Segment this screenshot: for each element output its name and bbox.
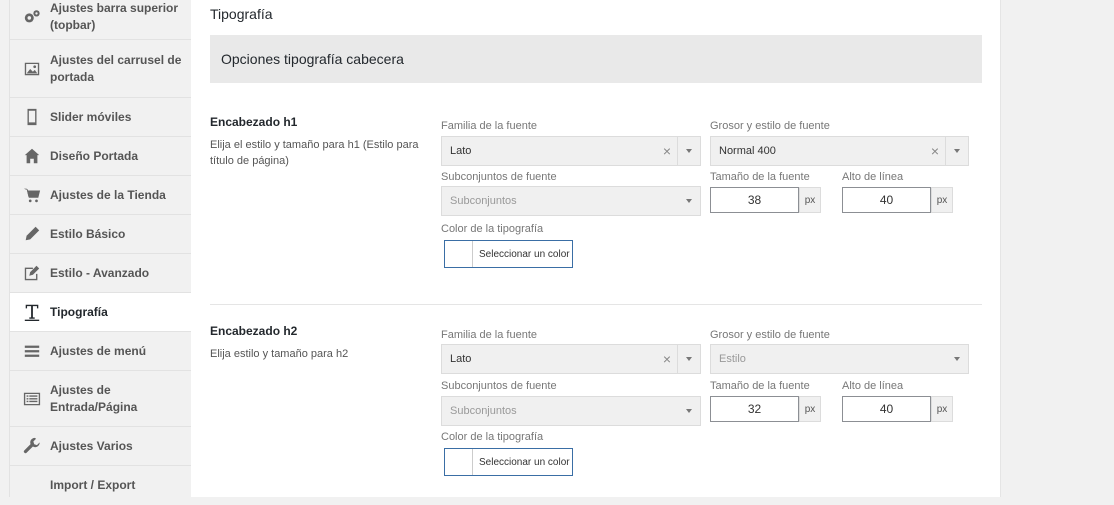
home-icon <box>22 146 42 166</box>
h2-line-height-label: Alto de línea <box>842 380 904 392</box>
clear-icon[interactable]: × <box>925 143 945 159</box>
h1-font-size-label: Tamaño de la fuente <box>710 171 810 183</box>
h1-font-weight-label: Grosor y estilo de fuente <box>710 120 830 132</box>
list-icon <box>22 389 42 409</box>
sidebar-item-label: Tipografía <box>50 304 108 319</box>
sidebar-item-carousel[interactable]: Ajustes del carrusel de portada <box>10 40 192 98</box>
h1-font-family-value: Lato <box>450 145 472 157</box>
sidebar-item-shop[interactable]: Ajustes de la Tienda <box>10 176 192 215</box>
h2-font-family-select[interactable]: Lato × <box>441 344 701 374</box>
sidebar-item-typography[interactable]: Tipografía <box>10 293 192 332</box>
edit-icon <box>22 263 42 283</box>
h1-line-height-unit: px <box>931 187 953 213</box>
h2-line-height-input[interactable]: 40 <box>842 396 931 422</box>
import-export-icon <box>22 476 42 496</box>
sidebar-item-label: Slider móviles <box>50 109 132 124</box>
sidebar-item-label: Ajustes Varios <box>50 438 133 453</box>
sidebar-item-label: Ajustes del carrusel de portada <box>50 52 182 84</box>
sidebar-item-label: Estilo Básico <box>50 226 126 241</box>
h1-color-label: Color de la tipografía <box>441 223 544 235</box>
sidebar-item-misc[interactable]: Ajustes Varios <box>10 427 192 466</box>
sidebar-item-label: Ajustes barra superior (topbar) <box>50 0 179 32</box>
h2-color-picker-label: Seleccionar un color <box>479 456 570 468</box>
sidebar-item-label: Ajustes de Entrada/Página <box>50 382 138 414</box>
h1-line-height-label: Alto de línea <box>842 171 904 183</box>
gears-icon <box>22 7 42 27</box>
h1-font-family-select[interactable]: Lato × <box>441 136 701 166</box>
h1-heading-title: Encabezado h1 <box>210 115 298 129</box>
sidebar-item-home-design[interactable]: Diseño Portada <box>10 137 192 176</box>
sidebar-item-label: Diseño Portada <box>50 148 139 163</box>
h2-line-height-unit: px <box>931 396 953 422</box>
h1-line-height-input[interactable]: 40 <box>842 187 931 213</box>
h2-heading-title: Encabezado h2 <box>210 324 298 338</box>
h2-font-size-label: Tamaño de la fuente <box>710 380 810 392</box>
chevron-down-icon[interactable] <box>946 345 968 373</box>
image-icon <box>22 59 42 79</box>
chevron-down-icon[interactable] <box>677 137 700 165</box>
settings-panel: Tipografía Opciones tipografía cabecera … <box>191 0 1001 497</box>
typography-icon <box>22 302 42 322</box>
h1-font-size-input[interactable]: 38 <box>710 187 799 213</box>
chevron-down-icon[interactable] <box>678 187 700 215</box>
h2-font-weight-select[interactable]: Estilo <box>710 344 969 374</box>
h2-font-subsets-select[interactable]: Subconjuntos <box>441 396 701 426</box>
sidebar-item-import-export[interactable]: Import / Export <box>10 466 192 505</box>
h2-heading-description: Elija estilo y tamaño para h2 <box>210 348 349 360</box>
page-title: Tipografía <box>210 6 273 22</box>
sidebar-item-label: Ajustes de menú <box>50 343 147 358</box>
wrench-icon <box>22 436 42 456</box>
h1-font-subsets-value: Subconjuntos <box>450 195 517 207</box>
chevron-down-icon[interactable] <box>678 397 700 425</box>
sidebar-item-label: Estilo - Avanzado <box>50 265 150 280</box>
color-swatch <box>445 241 473 267</box>
sidebar-item-label: Ajustes de la Tienda <box>50 187 166 202</box>
h1-font-size-unit: px <box>799 187 821 213</box>
sidebar-item-topbar[interactable]: Ajustes barra superior (topbar) <box>10 0 192 40</box>
clear-icon[interactable]: × <box>657 143 677 159</box>
menu-icon <box>22 341 42 361</box>
pencil-icon <box>22 224 42 244</box>
section-header-title: Opciones tipografía cabecera <box>221 51 404 67</box>
h1-color-picker-label: Seleccionar un color <box>479 248 570 260</box>
section-header: Opciones tipografía cabecera <box>210 35 982 83</box>
h1-font-subsets-label: Subconjuntos de fuente <box>441 171 557 183</box>
mobile-icon <box>22 107 42 127</box>
h2-font-weight-label: Grosor y estilo de fuente <box>710 329 830 341</box>
h2-font-size-unit: px <box>799 396 821 422</box>
color-swatch <box>445 449 473 475</box>
sidebar-item-advanced-style[interactable]: Estilo - Avanzado <box>10 254 192 293</box>
cart-icon <box>22 185 42 205</box>
settings-sidebar: Ajustes barra superior (topbar) Ajustes … <box>9 0 193 497</box>
h2-font-family-value: Lato <box>450 353 472 365</box>
h2-font-family-label: Familia de la fuente <box>441 329 537 341</box>
sidebar-item-mobile-slider[interactable]: Slider móviles <box>10 98 192 137</box>
h2-font-size-input[interactable]: 32 <box>710 396 799 422</box>
h1-heading-description: Elija el estilo y tamaño para h1 (Estilo… <box>210 139 419 167</box>
sidebar-item-menu[interactable]: Ajustes de menú <box>10 332 192 371</box>
chevron-down-icon[interactable] <box>677 345 700 373</box>
section-divider <box>210 304 982 305</box>
sidebar-item-label: Import / Export <box>50 478 136 492</box>
h2-font-subsets-label: Subconjuntos de fuente <box>441 380 557 392</box>
chevron-down-icon[interactable] <box>945 137 968 165</box>
sidebar-item-basic-style[interactable]: Estilo Básico <box>10 215 192 254</box>
sidebar-item-post-page[interactable]: Ajustes de Entrada/Página <box>10 371 192 427</box>
h2-color-picker-button[interactable]: Seleccionar un color <box>444 448 573 476</box>
h1-font-subsets-select[interactable]: Subconjuntos <box>441 186 701 216</box>
clear-icon[interactable]: × <box>657 351 677 367</box>
h1-color-picker-button[interactable]: Seleccionar un color <box>444 240 573 268</box>
h2-font-subsets-value: Subconjuntos <box>450 405 517 417</box>
h1-font-weight-value: Normal 400 <box>719 145 776 157</box>
h2-color-label: Color de la tipografía <box>441 431 544 443</box>
h1-font-family-label: Familia de la fuente <box>441 120 537 132</box>
h2-font-weight-value: Estilo <box>719 353 746 365</box>
h1-font-weight-select[interactable]: Normal 400 × <box>710 136 969 166</box>
